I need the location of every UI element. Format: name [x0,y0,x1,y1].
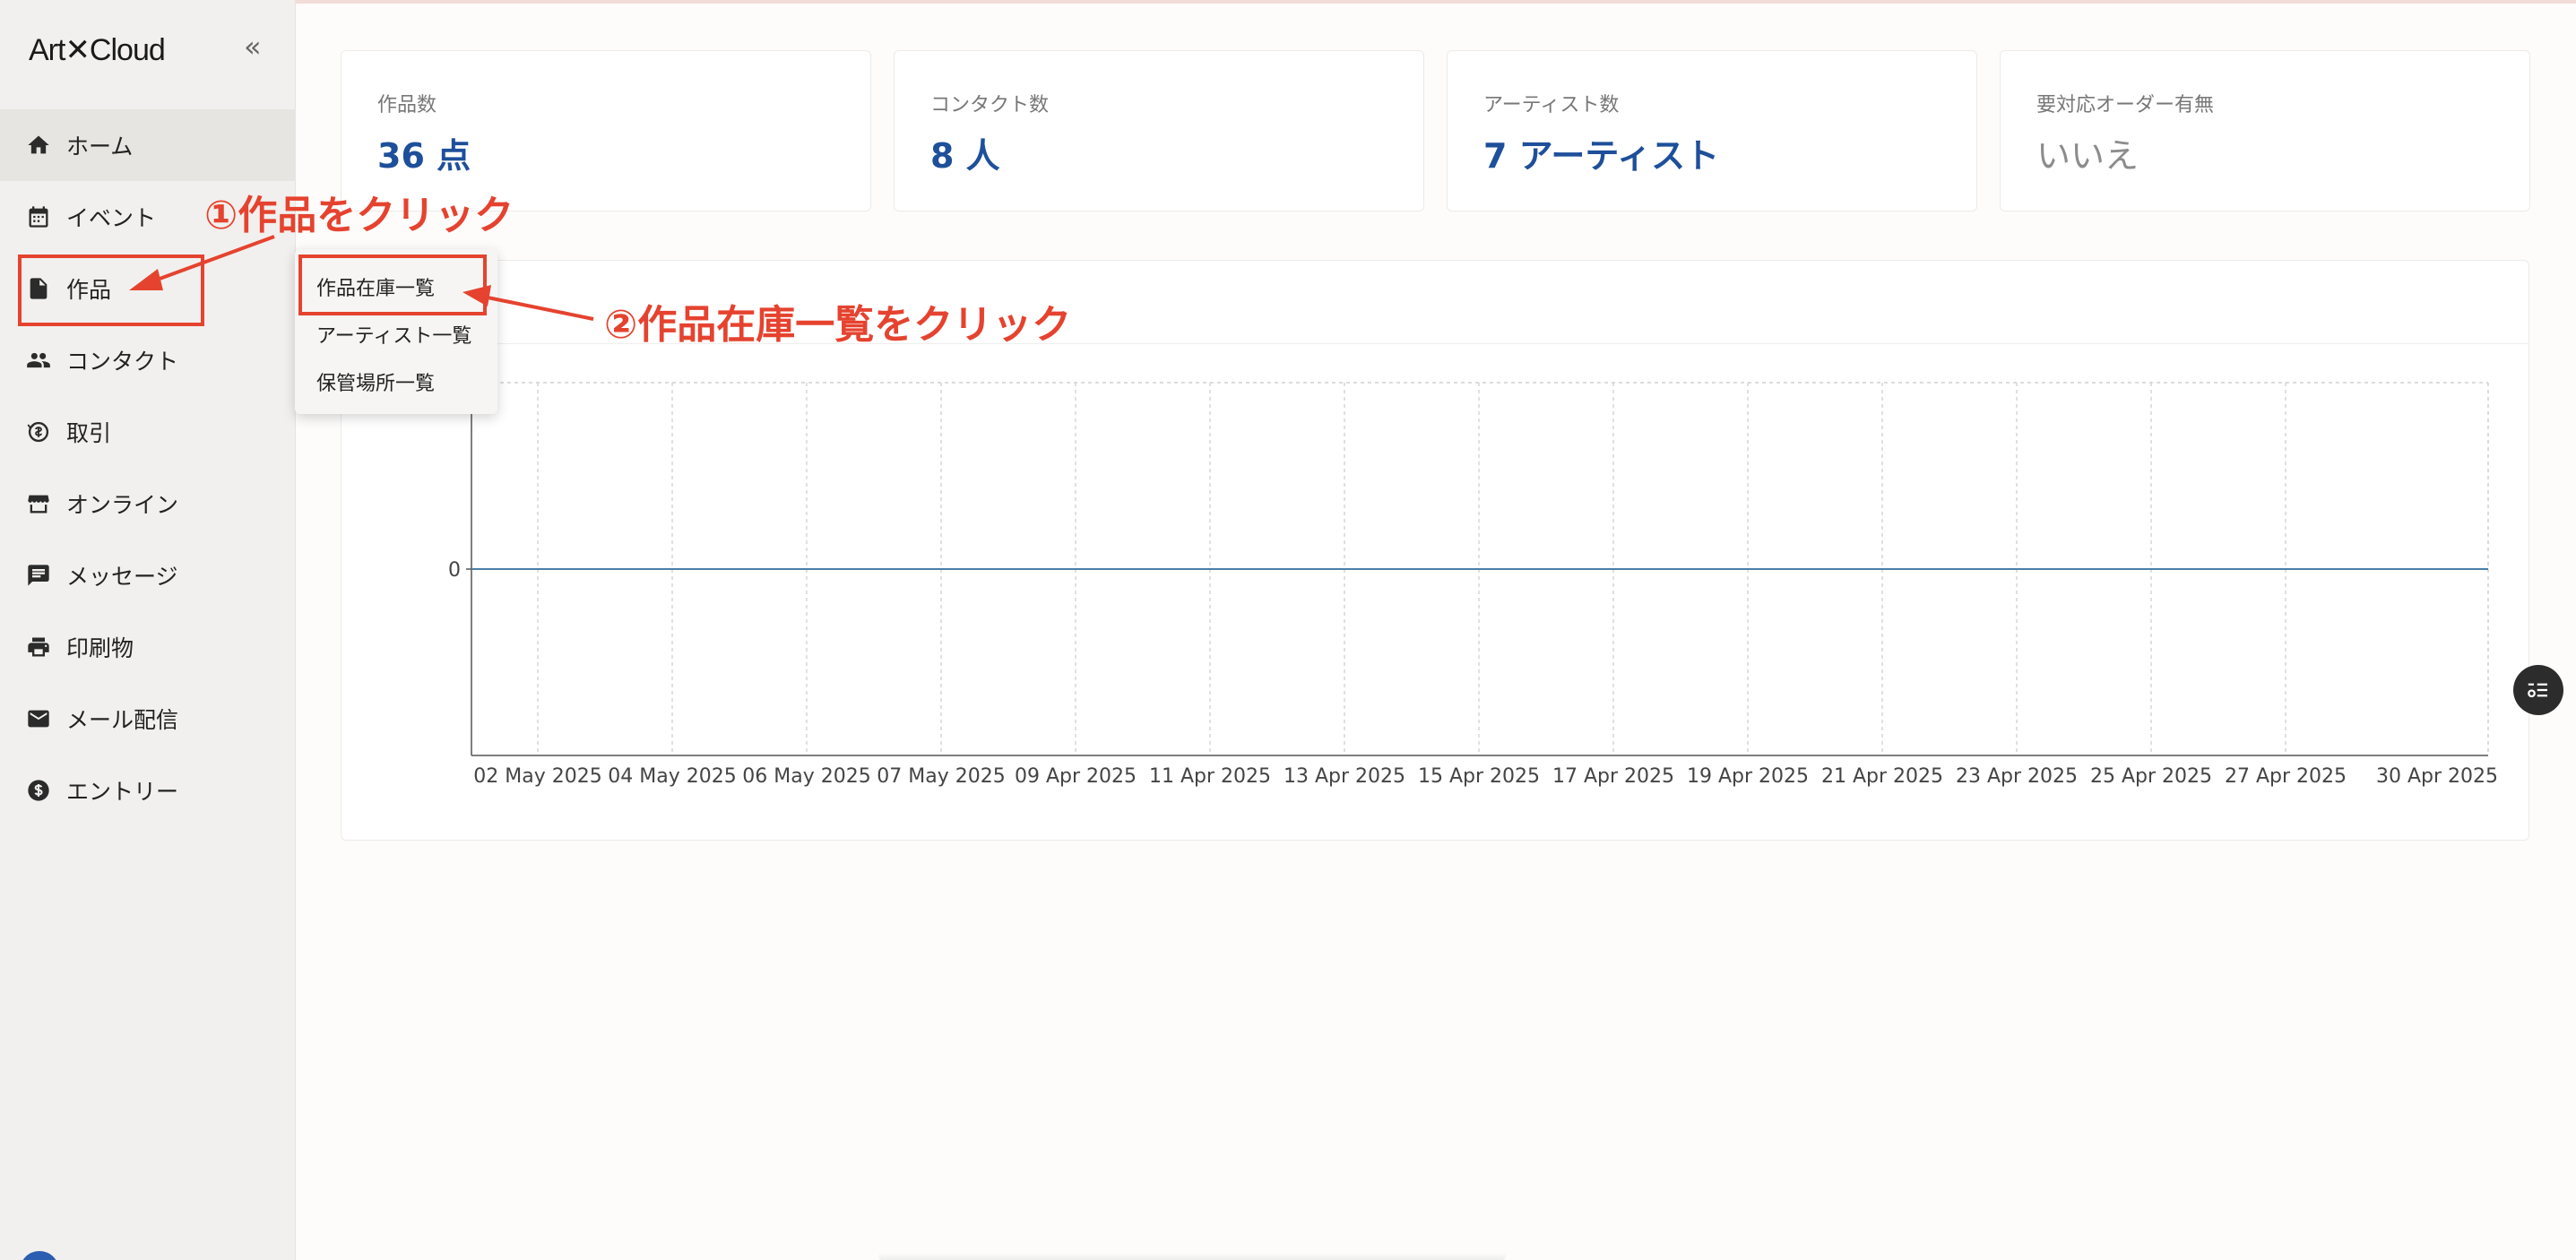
sidebar-item-home[interactable]: ホーム [0,109,296,181]
sidebar-item-label: イベント [66,205,157,231]
sidebar-item-label: オンライン [66,492,179,518]
printer-icon [25,634,52,660]
sidebar-item-label: メッセージ [66,564,178,590]
x-tick-label: 04 May 2025 [608,765,736,788]
message-icon [25,562,52,589]
stat-card-artists: アーティスト数 7 アーティスト [1447,50,1977,211]
sidebar-item-online[interactable]: オンライン [0,468,296,539]
storefront-icon [25,490,52,517]
sidebar-item-label: メール配信 [66,707,179,733]
filter-settings-button[interactable] [2513,665,2563,715]
sidebar-item-label: エントリー [66,779,179,805]
people-icon [25,347,52,374]
x-tick-label: 21 Apr 2025 [1821,765,1943,788]
stat-card-contacts: コンタクト数 8 人 [894,50,1424,211]
sidebar-item-email-delivery[interactable]: メール配信 [0,683,296,755]
submenu-item-artist-list[interactable]: アーティスト一覧 [316,320,471,349]
sidebar-item-label: コンタクト [66,349,179,375]
sidebar-item-contacts[interactable]: コンタクト [0,324,296,396]
app-logo[interactable]: Art✕Cloud [29,32,166,68]
stat-label: コンタクト数 [930,94,1050,117]
x-tick-label: 15 Apr 2025 [1418,765,1540,788]
sidebar-item-label: 印刷物 [66,635,134,661]
filter-list-icon [2528,683,2547,698]
x-tick-label: 13 Apr 2025 [1284,765,1405,788]
x-tick-label: 27 Apr 2025 [2225,765,2347,788]
stat-value: 8 人 [930,136,1000,176]
sidebar-item-messages[interactable]: メッセージ [0,539,296,611]
stat-label: 作品数 [377,94,437,117]
sidebar-item-label: ホーム [66,134,134,160]
x-tick-label: 25 Apr 2025 [2090,765,2212,788]
stat-label: 要対応オーダー有無 [2036,94,2215,117]
annotation-highlight-inventory [298,255,487,315]
sidebar-item-transactions[interactable]: 取引 [0,396,296,468]
x-tick-label: 09 Apr 2025 [1015,765,1137,788]
x-tick-label: 17 Apr 2025 [1552,765,1674,788]
bottom-edge-shadow [878,1253,1506,1260]
stat-label: アーティスト数 [1483,94,1620,117]
stat-value: いいえ [2036,136,2139,176]
annotation-highlight-artworks [18,255,204,326]
x-tick-label: 19 Apr 2025 [1687,765,1809,788]
dollar-icon [25,777,52,804]
calendar-icon [25,203,52,230]
stat-card-pending-orders: 要対応オーダー有無 いいえ [2000,50,2530,211]
sidebar-item-label: 取引 [66,420,112,446]
x-tick-label: 30 Apr 2025 [2376,765,2498,788]
top-accent-line [0,0,2576,4]
stat-value: 36 点 [377,136,471,176]
home-icon [25,132,52,159]
x-tick-label: 11 Apr 2025 [1149,765,1271,788]
sidebar-item-prints[interactable]: 印刷物 [0,611,296,683]
x-tick-label: 02 May 2025 [473,765,601,788]
x-tick-label: 07 May 2025 [877,765,1005,788]
collapse-sidebar-button[interactable]: « [244,32,262,61]
y-tick-label: 0 [448,559,461,582]
exchange-icon [25,419,52,445]
mail-icon [25,705,52,732]
stat-value: 7 アーティスト [1483,136,1720,176]
annotation-step2: ②作品在庫一覧をクリック [604,302,1072,348]
x-tick-label: 06 May 2025 [742,765,870,788]
x-tick-label: 23 Apr 2025 [1956,765,2078,788]
sidebar-item-entry[interactable]: エントリー [0,755,296,826]
avatar[interactable] [20,1251,59,1260]
submenu-item-storage-list[interactable]: 保管場所一覧 [316,367,435,396]
annotation-step1: ①作品をクリック [204,193,514,238]
